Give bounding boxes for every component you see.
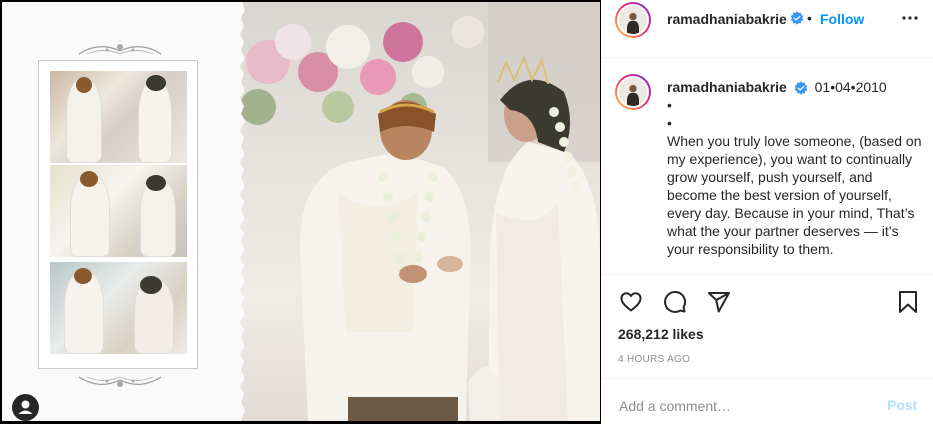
caption-author-avatar[interactable]: [615, 74, 651, 110]
torn-paper-edge: [238, 2, 245, 421]
bookmark-icon[interactable]: [896, 290, 920, 314]
caption-username[interactable]: ramadhaniabakrie: [667, 79, 787, 95]
post-caption: ramadhaniabakrie 01•04•2010 • • When you…: [615, 74, 927, 272]
caption-text: When you truly love someone, (based on m…: [667, 133, 922, 257]
photo-frame: [38, 60, 198, 369]
ornament-bottom: [78, 376, 162, 387]
post-sidebar: ramadhaniabakrie • Follow ramadhaniabakr…: [601, 0, 933, 424]
author-username[interactable]: ramadhaniabakrie: [667, 11, 787, 27]
thumbnail-photo-1: [50, 71, 187, 163]
album-page-left: [2, 2, 240, 421]
comment-bar: Post: [601, 387, 933, 424]
user-tag-icon[interactable]: [12, 394, 39, 421]
thumbnail-photo-3: [50, 262, 187, 354]
post-timestamp[interactable]: 4 HOURS AGO: [618, 354, 690, 365]
follow-button[interactable]: Follow: [820, 11, 864, 27]
action-bar: [601, 290, 933, 314]
share-icon[interactable]: [707, 290, 731, 314]
verified-badge-icon: [790, 11, 804, 25]
wedding-photo-collage: [2, 2, 600, 421]
comment-input[interactable]: [619, 396, 869, 416]
main-wedding-photo: [238, 2, 600, 421]
instagram-post: ramadhaniabakrie • Follow ramadhaniabakr…: [0, 0, 933, 424]
likes-count[interactable]: 268,212 likes: [618, 326, 704, 342]
caption-verified-badge-icon: [794, 81, 808, 95]
post-media[interactable]: [0, 0, 601, 424]
caption-divider: [601, 274, 933, 275]
caption-date: 01•04•2010: [814, 79, 887, 95]
caption-body: ramadhaniabakrie 01•04•2010 • • When you…: [667, 78, 925, 258]
ornament-top: [78, 44, 162, 55]
post-header: ramadhaniabakrie • Follow: [601, 0, 933, 38]
comment-divider: [601, 378, 933, 379]
caption-bullet-2: •: [667, 115, 672, 131]
caption-first-line: ramadhaniabakrie 01•04•2010: [667, 78, 925, 96]
author-avatar[interactable]: [615, 2, 651, 38]
header-divider: [601, 57, 933, 58]
post-comment-button[interactable]: Post: [887, 397, 917, 413]
comment-icon[interactable]: [663, 290, 687, 314]
thumbnail-photo-2: [50, 165, 187, 257]
heart-icon[interactable]: [619, 290, 643, 314]
more-options-icon[interactable]: [900, 10, 920, 26]
header-separator: •: [807, 10, 812, 26]
wedding-scene: [240, 2, 600, 421]
caption-bullet-1: •: [667, 97, 672, 113]
